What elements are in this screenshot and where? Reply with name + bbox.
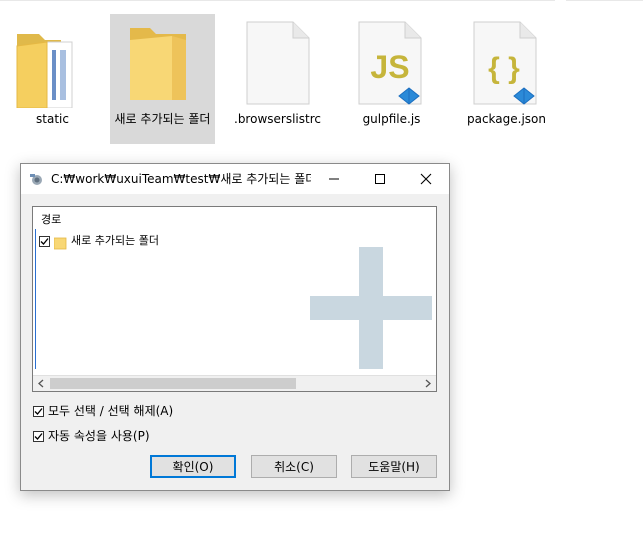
tree-header: 경로: [41, 213, 62, 226]
file-item-new-folder[interactable]: 새로 추가되는 폴더: [110, 14, 215, 144]
plus-watermark-icon: [310, 247, 432, 369]
scroll-thumb[interactable]: [50, 378, 296, 389]
folder-icon: [110, 20, 215, 108]
close-button[interactable]: [403, 164, 449, 194]
folder-icon: [53, 235, 67, 249]
file-name: static: [36, 112, 69, 126]
chevron-right-icon: [425, 379, 431, 388]
select-all-checkbox[interactable]: [33, 405, 44, 417]
dialog-window: C:₩work₩uxuiTeam₩test₩새로 추가되는 폴더 ... 경로 …: [20, 163, 450, 491]
svg-text:{ }: { }: [488, 52, 520, 85]
file-name: package.json: [466, 112, 546, 126]
file-name: .browserslistrc: [234, 112, 321, 126]
dialog-titlebar[interactable]: C:₩work₩uxuiTeam₩test₩새로 추가되는 폴더 ...: [21, 164, 449, 194]
horizontal-scrollbar[interactable]: [33, 375, 436, 391]
auto-properties-option[interactable]: 자동 속성을 사용(P): [33, 428, 150, 444]
select-all-label: 모두 선택 / 선택 해제(A): [48, 404, 174, 418]
minimize-button[interactable]: [311, 164, 357, 194]
checkmark-icon: [34, 407, 43, 415]
close-icon: [420, 173, 432, 185]
tree-item-checkbox[interactable]: [39, 235, 50, 247]
minimize-icon: [329, 178, 339, 180]
path-tree-view[interactable]: 경로 새로 추가되는 폴더: [32, 206, 437, 392]
tree-focus-line: [35, 229, 36, 369]
auto-properties-checkbox[interactable]: [33, 430, 44, 442]
ok-button[interactable]: 확인(O): [150, 455, 236, 478]
auto-properties-label: 자동 속성을 사용(P): [48, 429, 150, 443]
js-file-icon: JS: [339, 20, 444, 108]
file-name: 새로 추가되는 폴더: [114, 112, 211, 126]
json-file-icon: { }: [454, 20, 559, 108]
folder-with-files-icon: [0, 20, 105, 109]
file-item-static[interactable]: static: [0, 14, 105, 144]
svg-text:JS: JS: [370, 49, 409, 85]
select-all-option[interactable]: 모두 선택 / 선택 해제(A): [33, 403, 173, 419]
tree-item[interactable]: 새로 추가되는 폴더: [39, 233, 159, 249]
scroll-right-button[interactable]: [420, 376, 436, 391]
file-item-package-json[interactable]: { } package.json: [454, 14, 559, 144]
help-button[interactable]: 도움말(H): [351, 455, 437, 478]
blank-file-icon: [225, 20, 330, 108]
file-item-browserslistrc[interactable]: .browserslistrc: [225, 14, 330, 144]
checkmark-icon: [40, 237, 49, 245]
cancel-button[interactable]: 취소(C): [251, 455, 337, 478]
checkmark-icon: [34, 432, 43, 440]
scroll-left-button[interactable]: [33, 376, 49, 391]
file-item-gulpfile[interactable]: JS gulpfile.js: [339, 14, 444, 144]
tree-item-label: 새로 추가되는 폴더: [71, 234, 159, 247]
app-icon: [29, 171, 45, 187]
chevron-left-icon: [38, 379, 44, 388]
dialog-title: C:₩work₩uxuiTeam₩test₩새로 추가되는 폴더 ...: [51, 172, 311, 186]
top-divider: [0, 0, 555, 1]
top-divider: [566, 0, 643, 1]
maximize-icon: [375, 174, 385, 184]
file-name: gulpfile.js: [362, 112, 421, 126]
maximize-button[interactable]: [357, 164, 403, 194]
